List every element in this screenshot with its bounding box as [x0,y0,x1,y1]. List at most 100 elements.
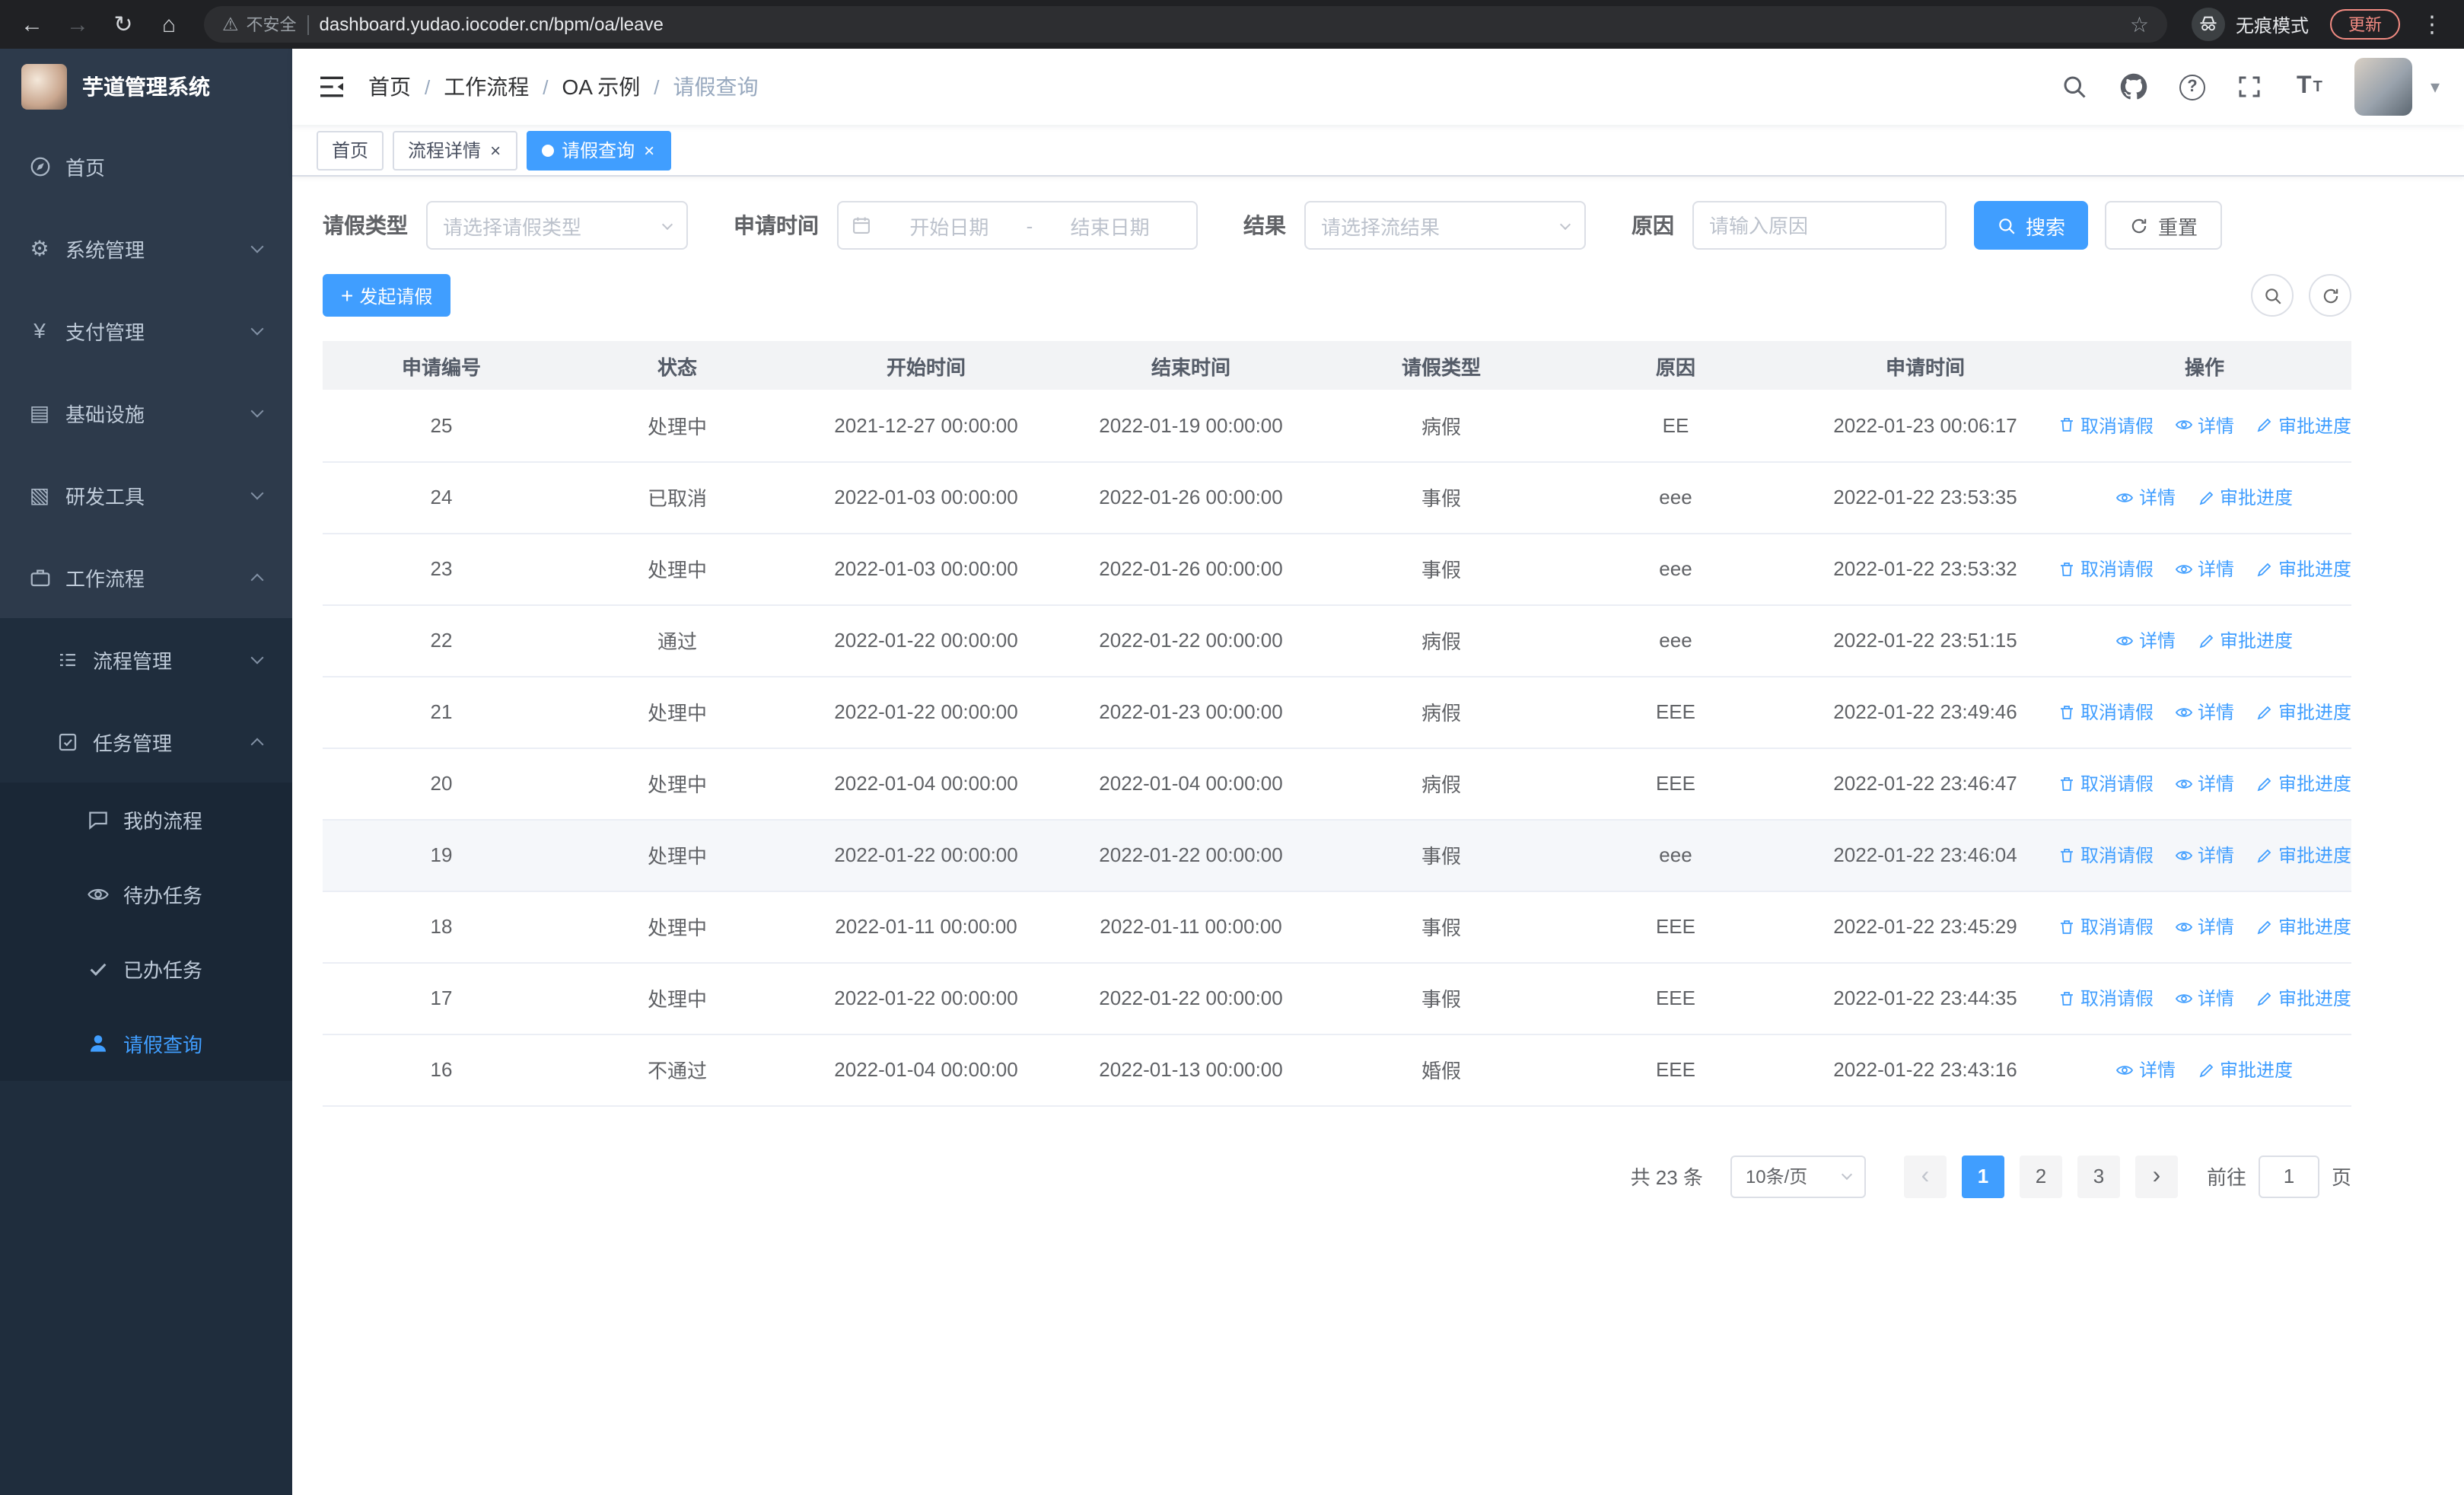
caret-down-icon[interactable]: ▾ [2431,76,2440,97]
cell-apply-time: 2022-01-22 23:45:29 [1793,891,2058,963]
browser-back-icon[interactable]: ← [12,5,52,44]
breadcrumb-item[interactable]: 首页 [368,72,411,102]
cell-id: 18 [323,891,560,963]
cancel-leave-link[interactable]: 取消请假 [2058,413,2154,438]
font-size-icon[interactable]: TT [2295,72,2324,101]
total-count: 共 23 条 [1630,1166,1703,1189]
sidebar-item-label: 支付管理 [65,320,145,343]
cell-start-time: 2022-01-03 00:00:00 [794,461,1058,534]
result-select[interactable]: 请选择流结果 [1304,201,1586,250]
fullscreen-icon[interactable] [2236,72,2265,101]
cancel-leave-link[interactable]: 取消请假 [2058,556,2154,582]
detail-link[interactable]: 详情 [2175,413,2234,438]
cell-id: 23 [323,533,560,605]
approval-progress-link[interactable]: 审批进度 [2255,699,2351,725]
search-button[interactable]: 搜索 [1974,201,2089,250]
browser-reload-icon[interactable]: ↻ [103,5,143,44]
refresh-table-button[interactable] [2309,274,2351,317]
cell-start-time: 2022-01-22 00:00:00 [794,962,1058,1034]
approval-progress-link[interactable]: 审批进度 [2255,985,2351,1011]
sidebar-item-todo-tasks[interactable]: 待办任务 [0,857,292,932]
detail-link[interactable]: 详情 [2175,556,2234,582]
sidebar-fold-icon[interactable] [317,72,347,102]
detail-link[interactable]: 详情 [2116,627,2176,653]
address-bar[interactable]: ⚠ 不安全 dashboard.yudao.iocoder.cn/bpm/oa/… [204,6,2167,43]
search-icon[interactable] [2061,72,2090,101]
page-button-3[interactable]: 3 [2077,1155,2120,1197]
detail-link[interactable]: 详情 [2175,699,2234,725]
sidebar-item-leave-query[interactable]: 请假查询 [0,1006,292,1081]
reason-input[interactable] [1692,201,1947,250]
cancel-leave-link[interactable]: 取消请假 [2058,699,2154,725]
sidebar-item-home[interactable]: 首页 [0,125,292,207]
detail-link[interactable]: 详情 [2116,1057,2176,1082]
sidebar-item-workflow[interactable]: 工作流程 [0,536,292,618]
help-icon[interactable]: ? [2179,74,2205,100]
page-button-2[interactable]: 2 [2019,1155,2062,1197]
filter-form: 请假类型 请选择请假类型 申请时间 开始日期 - 结束日期 结果 请选择流结果 … [323,201,2351,250]
cancel-leave-link[interactable]: 取消请假 [2058,842,2154,868]
approval-progress-link[interactable]: 审批进度 [2197,484,2293,510]
detail-link[interactable]: 详情 [2175,842,2234,868]
sidebar-item-devtools[interactable]: ▧ 研发工具 [0,454,292,536]
browser-menu-icon[interactable]: ⋮ [2412,5,2452,44]
next-page-button[interactable]: › [2135,1155,2178,1197]
detail-link[interactable]: 详情 [2116,484,2176,510]
close-icon[interactable]: × [489,141,502,159]
detail-link[interactable]: 详情 [2175,770,2234,796]
breadcrumb-item[interactable]: OA 示例 [562,72,641,102]
browser-forward-icon[interactable]: → [58,5,97,44]
approval-progress-link[interactable]: 审批进度 [2255,913,2351,939]
approval-progress-link[interactable]: 审批进度 [2255,556,2351,582]
row-actions: 详情 审批进度 [2058,484,2351,510]
close-icon[interactable]: × [642,141,656,159]
bookmark-star-icon[interactable]: ☆ [2130,11,2149,37]
approval-progress-link[interactable]: 审批进度 [2197,1057,2293,1082]
table-row: 21 处理中 2022-01-22 00:00:00 2022-01-23 00:00… [323,676,2351,748]
sidebar-item-task-mgmt[interactable]: 任务管理 [0,700,292,783]
approval-progress-link[interactable]: 审批进度 [2255,842,2351,868]
create-leave-button[interactable]: + 发起请假 [323,274,451,317]
cancel-leave-link[interactable]: 取消请假 [2058,985,2154,1011]
sidebar-item-done-tasks[interactable]: 已办任务 [0,932,292,1006]
cancel-leave-link[interactable]: 取消请假 [2058,913,2154,939]
browser-update-button[interactable]: 更新 [2330,9,2400,40]
result-label: 结果 [1243,213,1286,237]
sidebar-item-infrastructure[interactable]: ▤ 基础设施 [0,371,292,454]
briefcase-icon [27,565,52,589]
cell-actions: 详情 审批进度 [2058,461,2351,534]
sidebar-item-payment[interactable]: ¥ 支付管理 [0,289,292,371]
tabs-bar: 首页 流程详情 × 请假查询 × [292,125,2464,177]
leave-type-select[interactable]: 请选择请假类型 [426,201,688,250]
page-button-1[interactable]: 1 [1961,1155,2004,1197]
approval-progress-link[interactable]: 审批进度 [2197,627,2293,653]
toggle-search-button[interactable] [2251,274,2294,317]
tab-home[interactable]: 首页 [317,130,384,170]
approval-progress-link[interactable]: 审批进度 [2255,770,2351,796]
detail-link[interactable]: 详情 [2175,985,2234,1011]
detail-link[interactable]: 详情 [2175,913,2234,939]
edit-icon [2255,846,2274,864]
github-icon[interactable] [2120,72,2149,101]
breadcrumb-item[interactable]: 工作流程 [444,72,529,102]
prev-page-button[interactable]: ‹ [1903,1155,1947,1197]
security-status[interactable]: ⚠ 不安全 [222,12,297,37]
sidebar-item-system[interactable]: ⚙ 系统管理 [0,207,292,289]
user-avatar[interactable] [2354,58,2412,116]
gear-icon: ⚙ [30,235,49,260]
apply-time-range-picker[interactable]: 开始日期 - 结束日期 [837,201,1198,250]
reset-button[interactable]: 重置 [2105,201,2223,250]
cancel-leave-link[interactable]: 取消请假 [2058,770,2154,796]
tab-process-detail[interactable]: 流程详情 × [393,130,518,170]
sidebar-item-my-process[interactable]: 我的流程 [0,783,292,857]
url-text[interactable]: dashboard.yudao.iocoder.cn/bpm/oa/leave [320,14,2119,35]
approval-progress-link[interactable]: 审批进度 [2255,413,2351,438]
edit-icon [2255,703,2274,721]
app-logo[interactable]: 芋道管理系统 [0,49,292,125]
page-size-select[interactable]: 10条/页 [1730,1155,1866,1197]
cell-apply-time: 2022-01-22 23:49:46 [1793,676,2058,748]
browser-home-icon[interactable]: ⌂ [149,5,189,44]
goto-page-input[interactable] [2258,1155,2319,1197]
sidebar-item-process-mgmt[interactable]: 流程管理 [0,618,292,700]
tab-leave-query[interactable]: 请假查询 × [527,130,672,170]
